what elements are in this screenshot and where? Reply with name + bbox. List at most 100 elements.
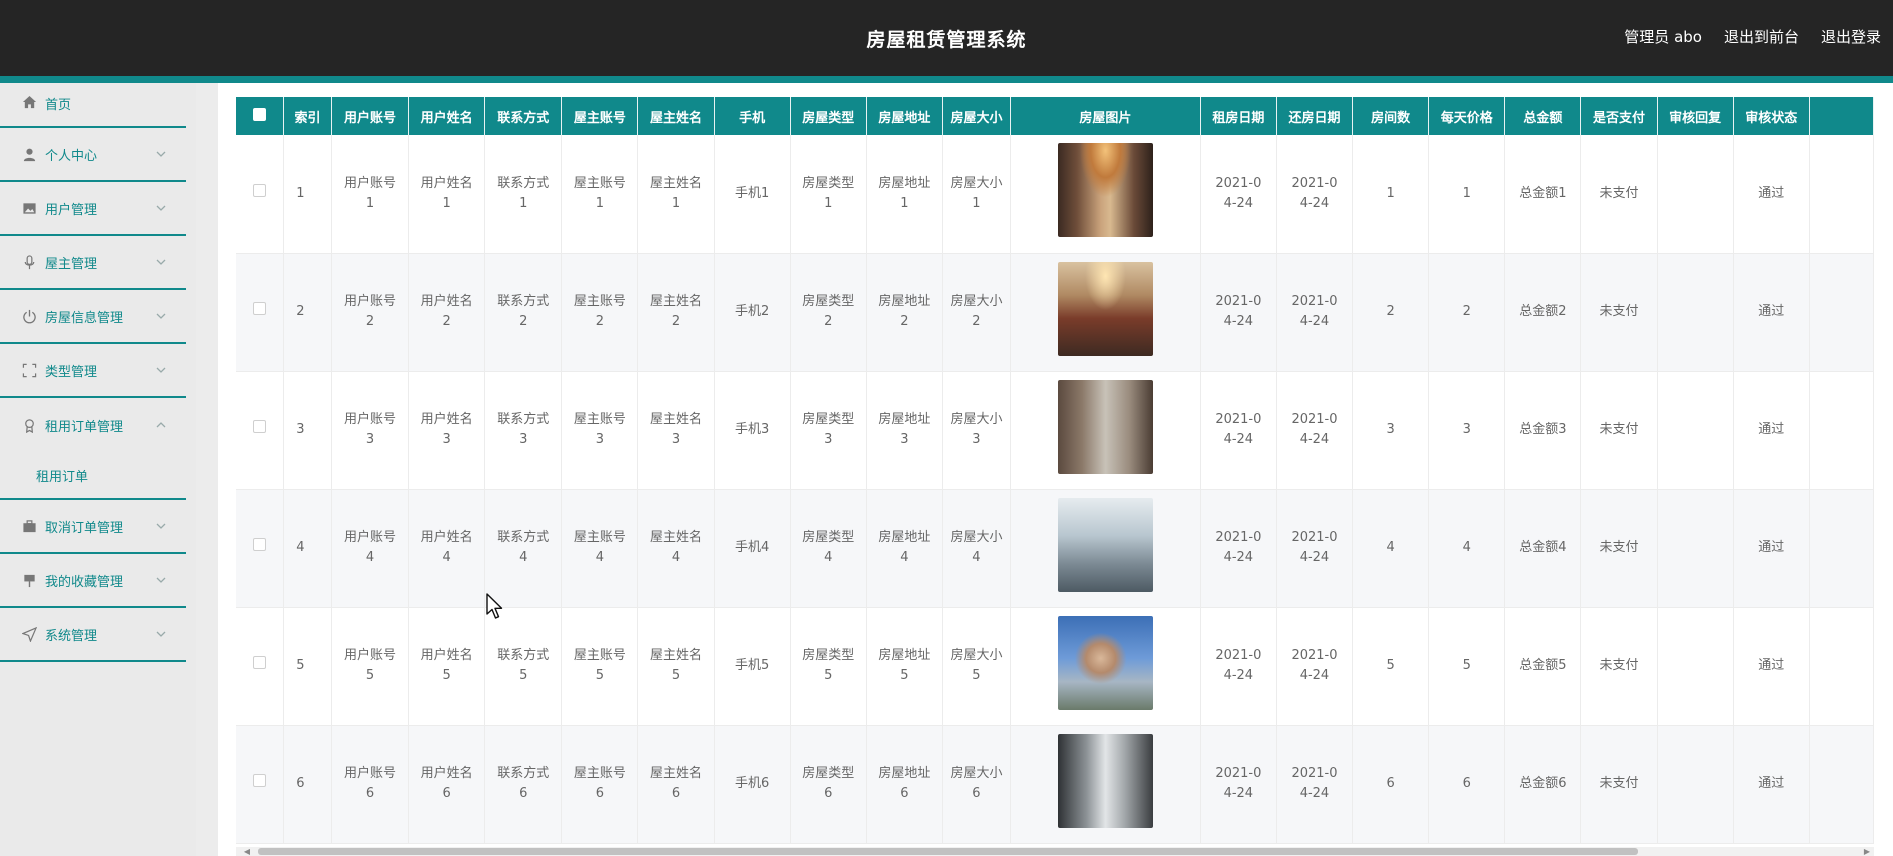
rent-date-cell: 2021-04-24 xyxy=(1200,489,1277,608)
column-header[interactable]: 房间数 xyxy=(1352,97,1430,135)
owner-account-cell: 屋主账号1 xyxy=(561,135,639,254)
sidebar-item-rental-order-management[interactable]: 租用订单管理 xyxy=(0,398,186,452)
row-actions-cell xyxy=(1809,489,1874,608)
select-all-checkbox[interactable] xyxy=(253,107,267,121)
total-amount-cell: 总金额4 xyxy=(1504,489,1582,608)
user-name-cell: 用户姓名2 xyxy=(408,253,486,372)
horizontal-scrollbar[interactable]: ◀ ▶ xyxy=(236,847,1874,856)
house-photo[interactable] xyxy=(1057,379,1153,474)
back-to-frontend-link[interactable]: 退出到前台 xyxy=(1724,26,1799,47)
sidebar-subitem-rental-orders[interactable]: 租用订单 xyxy=(0,452,186,498)
sidebar-item-cancel-order-management[interactable]: 取消订单管理 xyxy=(0,500,186,554)
fullscreen-icon xyxy=(21,362,37,378)
contact-cell: 联系方式4 xyxy=(484,489,563,608)
column-header[interactable]: 租房日期 xyxy=(1200,97,1277,135)
index-cell: 1 xyxy=(283,135,332,254)
house-type-cell: 房屋类型4 xyxy=(790,489,867,608)
column-header[interactable]: 屋主账号 xyxy=(561,97,639,135)
column-header[interactable]: 联系方式 xyxy=(484,97,563,135)
sidebar-item-personal-center[interactable]: 个人中心 xyxy=(0,128,186,182)
house-photo[interactable] xyxy=(1057,615,1153,710)
home-icon xyxy=(21,94,37,110)
house-photo[interactable] xyxy=(1057,261,1153,356)
return-date-cell: 2021-04-24 xyxy=(1276,371,1354,490)
sidebar-item-type-management[interactable]: 类型管理 xyxy=(0,344,186,398)
house-photo[interactable] xyxy=(1057,733,1153,828)
row-checkbox[interactable] xyxy=(253,420,267,433)
table-row[interactable]: 4 用户账号4 用户姓名4 联系方式4 屋主账号4 屋主姓名4 手机4 房屋类型4 房屋地址4 房… xyxy=(236,489,1874,608)
sidebar-item-home[interactable]: 首页 xyxy=(0,83,186,128)
review-reply-cell xyxy=(1657,371,1734,490)
user-name-cell: 用户姓名5 xyxy=(408,607,486,726)
row-select-cell xyxy=(236,489,285,608)
user-name-cell: 用户姓名4 xyxy=(408,489,486,608)
sidebar-item-system-management[interactable]: 系统管理 xyxy=(0,608,186,662)
house-photo-cell xyxy=(1010,135,1201,254)
column-header[interactable]: 房屋图片 xyxy=(1010,97,1201,135)
daily-price-cell: 4 xyxy=(1428,489,1506,608)
sidebar-item-label: 取消订单管理 xyxy=(45,520,124,536)
contact-cell: 联系方式1 xyxy=(484,135,563,254)
table-row[interactable]: 3 用户账号3 用户姓名3 联系方式3 屋主账号3 屋主姓名3 手机3 房屋类型3 房屋地址3 房… xyxy=(236,371,1874,490)
payment-status-cell: 未支付 xyxy=(1580,253,1658,372)
user-account-cell: 用户账号5 xyxy=(331,607,410,726)
main-content: 索引 用户账号 用户姓名 联系方式 屋主账号 屋主姓名 手机 房屋类型 房屋地址… xyxy=(218,83,1893,856)
column-header[interactable]: 索引 xyxy=(283,97,332,135)
column-header[interactable]: 用户账号 xyxy=(331,97,410,135)
table-row[interactable]: 6 用户账号6 用户姓名6 联系方式6 屋主账号6 屋主姓名6 手机6 房屋类型6 房屋地址6 房… xyxy=(236,725,1874,844)
column-header[interactable]: 还房日期 xyxy=(1276,97,1354,135)
rent-date-cell: 2021-04-24 xyxy=(1200,607,1277,726)
row-select-cell xyxy=(236,607,285,726)
column-header[interactable]: 手机 xyxy=(714,97,791,135)
row-checkbox[interactable] xyxy=(253,183,267,197)
scrollbar-thumb[interactable] xyxy=(258,848,1638,855)
column-header[interactable]: 审核回复 xyxy=(1657,97,1734,135)
column-header[interactable]: 房屋地址 xyxy=(866,97,943,135)
table-row[interactable]: 5 用户账号5 用户姓名5 联系方式5 屋主账号5 屋主姓名5 手机5 房屋类型5 房屋地址5 房… xyxy=(236,607,1874,726)
house-type-cell: 房屋类型2 xyxy=(790,253,867,372)
house-address-cell: 房屋地址4 xyxy=(866,489,943,608)
column-header[interactable]: 每天价格 xyxy=(1428,97,1506,135)
rental-orders-table: 索引 用户账号 用户姓名 联系方式 屋主账号 屋主姓名 手机 房屋类型 房屋地址… xyxy=(236,97,1874,844)
table-row[interactable]: 2 用户账号2 用户姓名2 联系方式2 屋主账号2 屋主姓名2 手机2 房屋类型2 房屋地址2 房… xyxy=(236,253,1874,372)
row-checkbox[interactable] xyxy=(253,656,267,669)
sidebar-item-owner-management[interactable]: 屋主管理 xyxy=(0,236,186,290)
column-header[interactable]: 用户姓名 xyxy=(408,97,486,135)
payment-status-cell: 未支付 xyxy=(1580,725,1658,844)
column-header[interactable]: 屋主姓名 xyxy=(637,97,715,135)
column-header[interactable]: 房屋大小 xyxy=(942,97,1011,135)
contact-cell: 联系方式3 xyxy=(484,371,563,490)
column-header[interactable]: 房屋类型 xyxy=(790,97,867,135)
daily-price-cell: 1 xyxy=(1428,135,1506,254)
admin-user-link[interactable]: 管理员 abo xyxy=(1624,26,1702,47)
scroll-left-icon[interactable]: ◀ xyxy=(242,847,252,856)
scroll-right-icon[interactable]: ▶ xyxy=(1862,847,1872,856)
briefcase-icon xyxy=(21,518,37,534)
column-header[interactable]: 审核状态 xyxy=(1733,97,1810,135)
row-actions-cell xyxy=(1809,371,1874,490)
house-photo[interactable] xyxy=(1057,143,1153,238)
daily-price-cell: 6 xyxy=(1428,725,1506,844)
index-cell: 3 xyxy=(283,371,332,490)
house-size-cell: 房屋大小6 xyxy=(942,725,1011,844)
owner-name-cell: 屋主姓名6 xyxy=(637,725,715,844)
total-amount-cell: 总金额1 xyxy=(1504,135,1582,254)
user-account-cell: 用户账号4 xyxy=(331,489,410,608)
table-row[interactable]: 1 用户账号1 用户姓名1 联系方式1 屋主账号1 屋主姓名1 手机1 房屋类型1 房屋地址1 房… xyxy=(236,135,1874,254)
sidebar-item-house-info-management[interactable]: 房屋信息管理 xyxy=(0,290,186,344)
chevron-down-icon xyxy=(156,149,166,159)
badge-icon xyxy=(21,417,37,433)
review-status-cell: 通过 xyxy=(1733,725,1810,844)
sidebar-item-favorites-management[interactable]: 我的收藏管理 xyxy=(0,554,186,608)
row-checkbox[interactable] xyxy=(253,302,267,315)
row-checkbox[interactable] xyxy=(253,774,267,787)
logout-link[interactable]: 退出登录 xyxy=(1821,26,1881,47)
total-amount-cell: 总金额6 xyxy=(1504,725,1582,844)
column-header[interactable]: 是否支付 xyxy=(1580,97,1658,135)
contact-cell: 联系方式5 xyxy=(484,607,563,726)
row-checkbox[interactable] xyxy=(253,538,267,551)
sidebar-item-user-management[interactable]: 用户管理 xyxy=(0,182,186,236)
house-photo[interactable] xyxy=(1057,497,1153,592)
column-header[interactable]: 总金额 xyxy=(1504,97,1582,135)
owner-name-cell: 屋主姓名2 xyxy=(637,253,715,372)
